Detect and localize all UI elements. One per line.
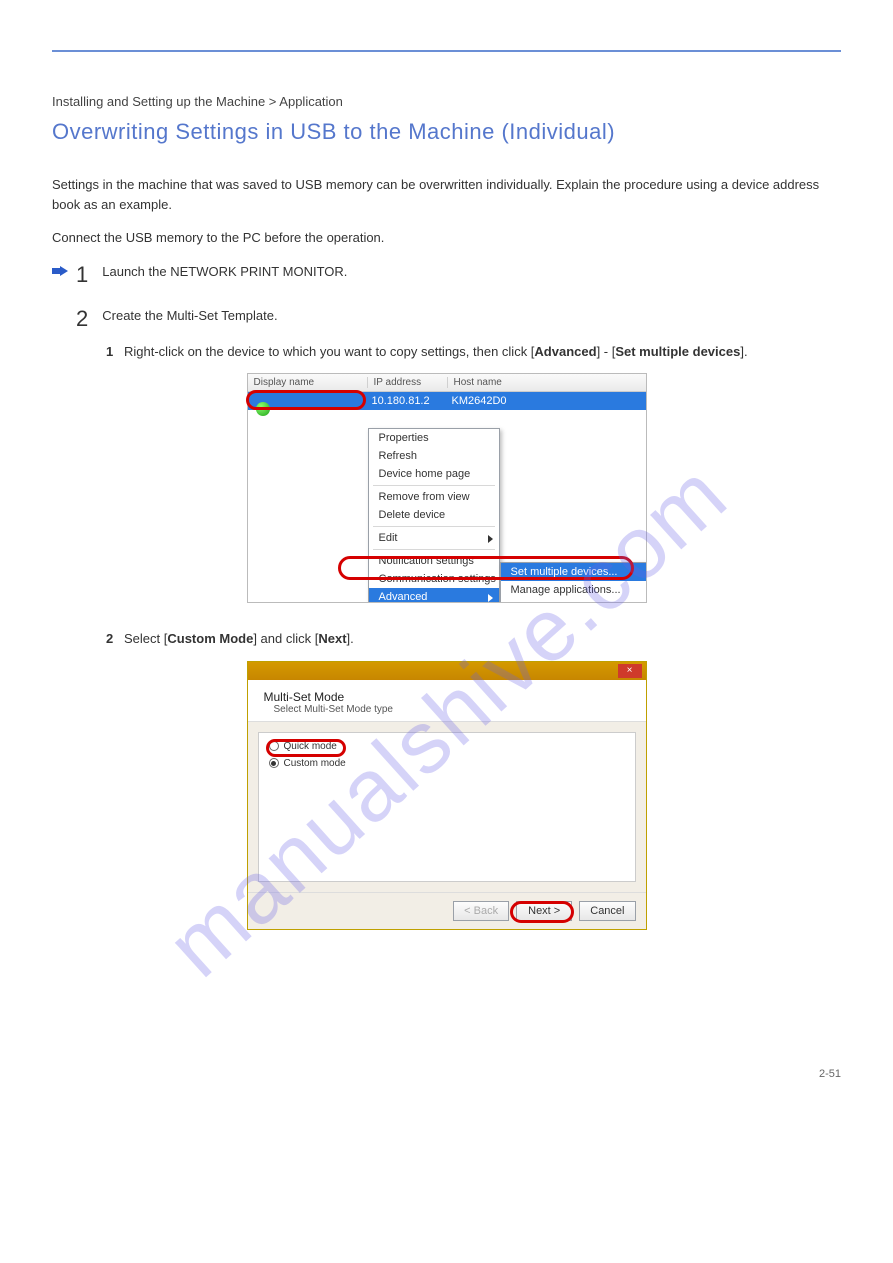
cancel-button[interactable]: Cancel (579, 901, 635, 921)
ctx-separator (373, 549, 495, 550)
figure-wizard-dialog: × Multi-Set Mode Select Multi-Set Mode t… (247, 661, 647, 930)
substep-1-num: 1 (106, 342, 124, 362)
step-1-number: 1 (76, 262, 88, 288)
radio-quick-label: Quick mode (284, 741, 337, 752)
step-1-text: Launch the NETWORK PRINT MONITOR. (102, 262, 347, 282)
dialog-titlebar: × (248, 662, 646, 680)
figure-context-menu: Display name IP address Host name 10.180… (247, 373, 647, 603)
col-ip-address: IP address (368, 377, 448, 388)
radio-custom-mode[interactable]: Custom mode (269, 758, 625, 769)
ctx-advanced[interactable]: Advanced (369, 588, 499, 602)
substep-2-num: 2 (106, 629, 124, 649)
page-number: 2-51 (819, 1068, 841, 1080)
radio-quick-mode[interactable]: Quick mode (269, 741, 625, 752)
breadcrumb: Installing and Setting up the Machine > … (52, 94, 841, 109)
ctx-separator (373, 485, 495, 486)
section-title: Overwriting Settings in USB to the Machi… (52, 119, 841, 145)
device-host: KM2642D0 (448, 395, 646, 407)
ctx-set-multiple-devices[interactable]: Set multiple devices... (501, 563, 646, 581)
back-button[interactable]: < Back (453, 901, 509, 921)
ctx-delete-device[interactable]: Delete device (369, 506, 499, 524)
ctx-remove-from-view[interactable]: Remove from view (369, 488, 499, 506)
ctx-separator (373, 526, 495, 527)
close-button[interactable]: × (618, 664, 642, 678)
chevron-right-icon (488, 535, 493, 543)
substep-2-text: Select [Custom Mode] and click [Next]. (124, 629, 354, 649)
page-footer: 2-51 (52, 1060, 841, 1080)
substep-2: 2 Select [Custom Mode] and click [Next]. (106, 629, 841, 649)
step-2-text: Create the Multi-Set Template. (102, 306, 277, 326)
ctx-manage-applications[interactable]: Manage applications... (501, 581, 646, 599)
radio-icon (269, 741, 279, 751)
dialog-button-row: < Back Next > Cancel (248, 892, 646, 929)
ctx-communication-settings[interactable]: Communication settings (369, 570, 499, 588)
chevron-right-icon (488, 594, 493, 602)
step-2-number: 2 (76, 306, 88, 332)
next-button[interactable]: Next > (516, 901, 572, 921)
ctx-notification-settings[interactable]: Notification settings (369, 552, 499, 570)
status-online-icon (256, 402, 270, 416)
device-row-selected[interactable]: 10.180.81.2 KM2642D0 (248, 392, 646, 410)
context-menu: Properties Refresh Device home page Remo… (368, 428, 500, 602)
dialog-content-panel: Quick mode Custom mode (258, 732, 636, 882)
dialog-subtitle: Select Multi-Set Mode type (264, 704, 630, 715)
page-top-rule (52, 50, 841, 52)
intro-paragraph: Settings in the machine that was saved t… (52, 175, 841, 214)
radio-custom-label: Custom mode (284, 758, 346, 769)
dialog-header: Multi-Set Mode Select Multi-Set Mode typ… (248, 680, 646, 722)
ctx-edit[interactable]: Edit (369, 529, 499, 547)
device-table-header: Display name IP address Host name (248, 374, 646, 392)
note-paragraph: Connect the USB memory to the PC before … (52, 228, 841, 248)
dialog-title: Multi-Set Mode (264, 690, 630, 704)
ctx-manage-optional-functions[interactable]: Manage optional functions... (501, 599, 646, 602)
right-arrow-icon (52, 266, 68, 276)
col-display-name: Display name (248, 377, 368, 388)
ctx-refresh[interactable]: Refresh (369, 447, 499, 465)
substep-1-text: Right-click on the device to which you w… (124, 342, 748, 362)
ctx-properties[interactable]: Properties (369, 429, 499, 447)
col-host-name: Host name (448, 377, 646, 388)
substep-1: 1 Right-click on the device to which you… (106, 342, 841, 362)
device-ip: 10.180.81.2 (368, 395, 448, 407)
advanced-submenu: Set multiple devices... Manage applicati… (500, 562, 646, 602)
step-2: 2 Create the Multi-Set Template. (52, 306, 841, 332)
radio-icon (269, 758, 279, 768)
ctx-device-home-page[interactable]: Device home page (369, 465, 499, 483)
step-1: 1 Launch the NETWORK PRINT MONITOR. (52, 262, 841, 288)
